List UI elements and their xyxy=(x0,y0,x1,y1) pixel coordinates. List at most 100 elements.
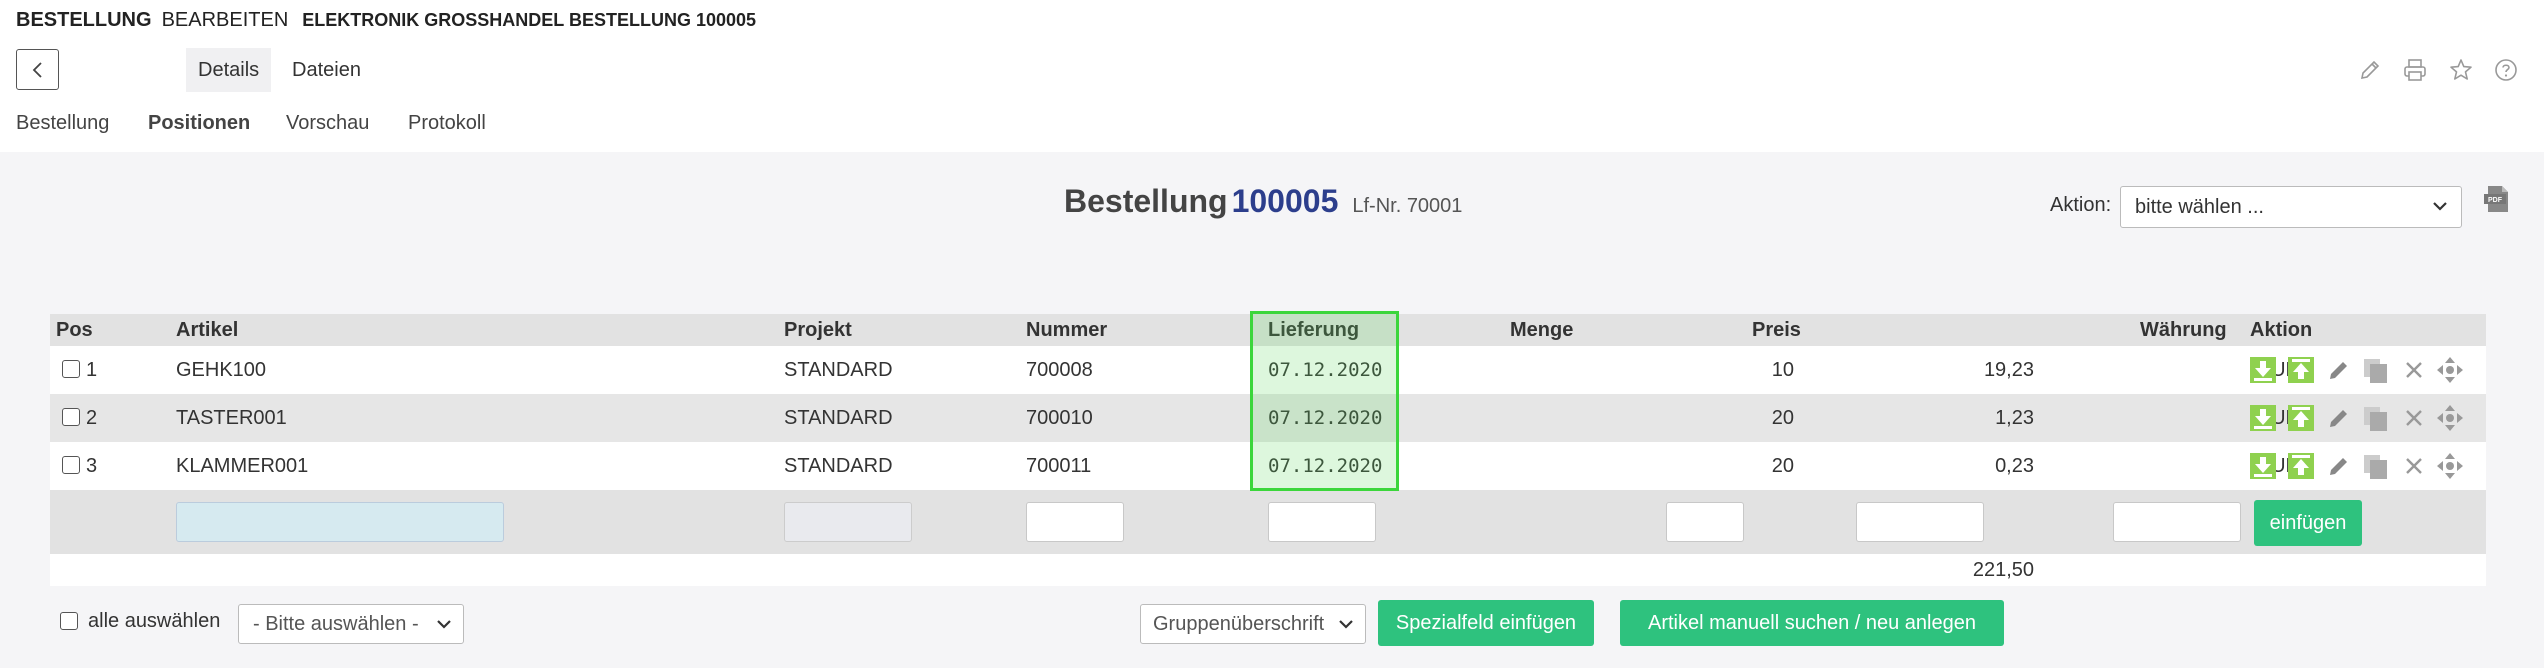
edit-icon[interactable] xyxy=(2325,452,2353,480)
col-preis: Preis xyxy=(1752,319,1801,341)
pencil-icon[interactable] xyxy=(2356,56,2384,84)
bulk-action-value: - Bitte auswählen - xyxy=(253,613,419,635)
artikel-input[interactable] xyxy=(176,502,504,542)
pdf-icon[interactable]: PDF xyxy=(2482,184,2512,214)
table-row: 3 KLAMMER001 STANDARD 700011 07.12.2020 … xyxy=(50,442,2486,490)
row-preis[interactable]: 0,23 xyxy=(1830,442,2034,490)
row-checkbox[interactable] xyxy=(62,408,80,426)
print-icon[interactable] xyxy=(2401,56,2429,84)
col-nummer: Nummer xyxy=(1026,319,1108,341)
subnav-bestellung[interactable]: Bestellung xyxy=(16,110,109,136)
chevron-down-icon xyxy=(437,620,451,629)
aktion-select[interactable]: bitte wählen ... xyxy=(2120,186,2462,228)
row-projekt: STANDARD xyxy=(784,455,893,477)
row-artikel[interactable]: KLAMMER001 xyxy=(176,442,308,490)
delete-icon[interactable] xyxy=(2400,356,2428,384)
page-title: Bestellung 100005 Lf-Nr. 70001 xyxy=(1064,183,1462,220)
move-down-icon[interactable] xyxy=(2249,356,2277,384)
row-pos: 2 xyxy=(86,407,98,429)
drag-move-icon[interactable] xyxy=(2436,356,2464,384)
copy-icon[interactable] xyxy=(2361,404,2389,432)
row-artikel[interactable]: TASTER001 xyxy=(176,394,287,442)
copy-icon[interactable] xyxy=(2361,356,2389,384)
row-pos: 1 xyxy=(86,359,98,381)
total-row: 221,50 xyxy=(50,554,2486,586)
row-pos: 3 xyxy=(86,455,98,477)
table-header: Pos Artikel Projekt Nummer Lieferung Men… xyxy=(50,314,2486,346)
row-lieferung[interactable]: 07.12.2020 xyxy=(1268,346,1382,394)
move-up-icon[interactable] xyxy=(2287,404,2315,432)
total-value: 221,50 xyxy=(1972,559,2034,581)
col-projekt: Projekt xyxy=(784,319,852,341)
tab-details[interactable]: Details xyxy=(186,48,272,92)
row-preis[interactable]: 19,23 xyxy=(1830,346,2034,394)
header: BESTELLUNG BEARBEITEN ELEKTRONIK GROSSHAND… xyxy=(0,0,2544,152)
col-menge: Menge xyxy=(1510,319,1574,341)
breadcrumb-mode: BEARBEITEN xyxy=(161,9,289,31)
bulk-action-select[interactable]: - Bitte auswählen - xyxy=(238,604,464,644)
row-checkbox[interactable] xyxy=(62,456,80,474)
svg-text:PDF: PDF xyxy=(2488,197,2503,204)
group-heading-select[interactable]: Gruppenüberschrift xyxy=(1140,604,1366,644)
preis-input[interactable] xyxy=(1856,502,1984,542)
move-down-icon[interactable] xyxy=(2249,452,2277,480)
special-field-button[interactable]: Spezialfeld einfügen xyxy=(1378,600,1594,646)
row-lieferung[interactable]: 07.12.2020 xyxy=(1268,394,1382,442)
star-icon[interactable] xyxy=(2447,56,2475,84)
help-icon[interactable] xyxy=(2492,56,2520,84)
supplier-number: Lf-Nr. 70001 xyxy=(1352,195,1463,217)
chevron-left-icon xyxy=(32,61,42,78)
drag-move-icon[interactable] xyxy=(2436,404,2464,432)
row-nummer: 700010 xyxy=(1026,407,1093,429)
row-lieferung[interactable]: 07.12.2020 xyxy=(1268,442,1382,490)
chevron-down-icon xyxy=(1339,620,1353,629)
row-checkbox[interactable] xyxy=(62,360,80,378)
group-heading-value: Gruppenüberschrift xyxy=(1153,613,1325,635)
order-number: 100005 xyxy=(1231,183,1339,219)
row-preis[interactable]: 1,23 xyxy=(1830,394,2034,442)
subnav-positionen[interactable]: Positionen xyxy=(148,110,250,136)
select-all-label: alle auswählen xyxy=(88,610,221,632)
col-aktion: Aktion xyxy=(2250,319,2313,341)
subnav-vorschau[interactable]: Vorschau xyxy=(286,110,369,136)
insert-button[interactable]: einfügen xyxy=(2254,500,2362,546)
manual-article-button[interactable]: Artikel manuell suchen / neu anlegen xyxy=(1620,600,2004,646)
tab-dateien[interactable]: Dateien xyxy=(280,48,373,92)
row-artikel[interactable]: GEHK100 xyxy=(176,346,266,394)
edit-icon[interactable] xyxy=(2325,356,2353,384)
breadcrumb-record: ELEKTRONIK GROSSHANDEL BESTELLUNG 100005 xyxy=(302,10,757,30)
select-all-checkbox[interactable] xyxy=(60,612,78,630)
move-up-icon[interactable] xyxy=(2287,452,2315,480)
col-artikel: Artikel xyxy=(176,319,239,341)
aktion-selected-value: bitte wählen ... xyxy=(2135,196,2264,218)
new-position-row: einfügen xyxy=(50,490,2486,554)
edit-icon[interactable] xyxy=(2325,404,2353,432)
move-up-icon[interactable] xyxy=(2287,356,2315,384)
chevron-down-icon xyxy=(2433,202,2447,211)
table-row: 2 TASTER001 STANDARD 700010 07.12.2020 2… xyxy=(50,394,2486,442)
delete-icon[interactable] xyxy=(2400,452,2428,480)
lieferung-input[interactable] xyxy=(1268,502,1376,542)
delete-icon[interactable] xyxy=(2400,404,2428,432)
row-menge[interactable]: 20 xyxy=(1610,442,1794,490)
aktion-label: Aktion: xyxy=(2050,194,2112,216)
row-menge[interactable]: 20 xyxy=(1610,394,1794,442)
row-nummer: 700011 xyxy=(1026,455,1092,477)
row-menge[interactable]: 10 xyxy=(1610,346,1794,394)
subnav-protokoll[interactable]: Protokoll xyxy=(408,110,486,136)
row-projekt: STANDARD xyxy=(784,359,893,381)
move-down-icon[interactable] xyxy=(2249,404,2277,432)
col-waehrung: Währung xyxy=(2140,319,2227,341)
copy-icon[interactable] xyxy=(2361,452,2389,480)
projekt-input[interactable] xyxy=(784,502,912,542)
nummer-input[interactable] xyxy=(1026,502,1124,542)
drag-move-icon[interactable] xyxy=(2436,452,2464,480)
menge-input[interactable] xyxy=(1666,502,1744,542)
breadcrumb-section[interactable]: BESTELLUNG xyxy=(16,9,152,31)
back-button[interactable] xyxy=(16,49,59,90)
row-projekt: STANDARD xyxy=(784,407,893,429)
waehrung-input[interactable] xyxy=(2113,502,2241,542)
col-lieferung: Lieferung xyxy=(1268,319,1360,341)
breadcrumb: BESTELLUNG BEARBEITEN ELEKTRONIK GROSSHAND… xyxy=(16,8,756,32)
table-row: 1 GEHK100 STANDARD 700008 07.12.2020 10 … xyxy=(50,346,2486,394)
